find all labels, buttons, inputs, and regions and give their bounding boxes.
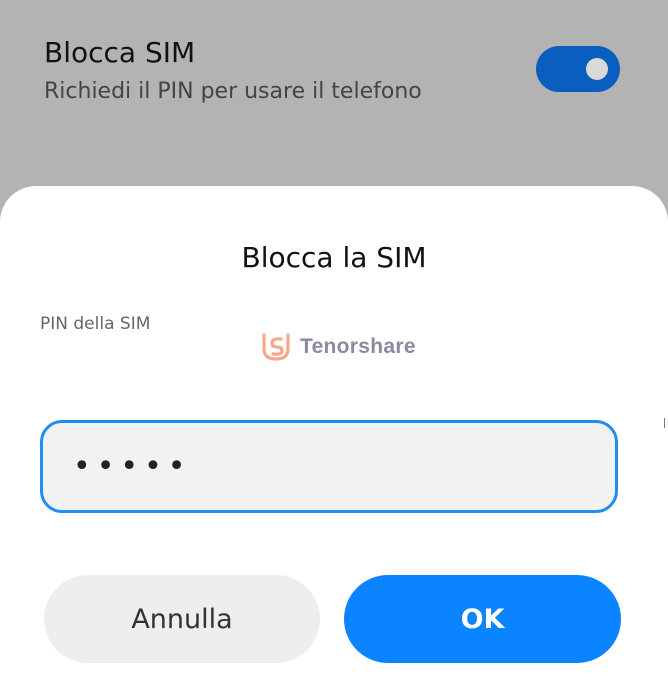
sim-lock-setting-row: Blocca SIM Richiedi il PIN per usare il … <box>0 0 668 140</box>
ok-button[interactable]: OK <box>344 575 621 663</box>
pin-input[interactable] <box>40 420 618 513</box>
tenorshare-logo-icon <box>262 333 290 361</box>
sim-lock-dialog: Blocca la SIM PIN della SIM Tenorshare A… <box>0 186 668 695</box>
edge-marker <box>664 418 668 428</box>
screen: Blocca SIM Richiedi il PIN per usare il … <box>0 0 668 695</box>
toggle-knob <box>586 58 608 80</box>
dialog-title: Blocca la SIM <box>241 241 427 274</box>
pin-field-label: PIN della SIM <box>40 314 151 334</box>
sim-lock-toggle[interactable] <box>536 46 620 92</box>
setting-title: Blocca SIM <box>44 36 196 69</box>
setting-subtitle: Richiedi il PIN per usare il telefono <box>44 79 422 104</box>
watermark: Tenorshare <box>260 331 416 363</box>
watermark-text: Tenorshare <box>300 335 416 358</box>
cancel-button[interactable]: Annulla <box>44 575 320 663</box>
